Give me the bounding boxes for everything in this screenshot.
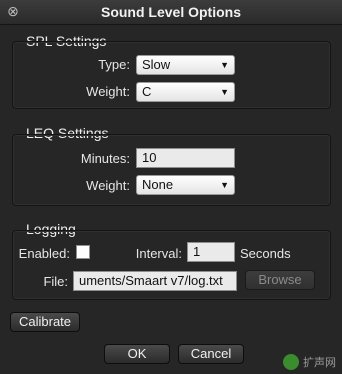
chevron-down-icon: ▼ — [220, 60, 229, 70]
leq-weight-value: None — [142, 177, 174, 192]
title-bar: ⊗ Sound Level Options — [0, 0, 342, 25]
spl-type-value: Slow — [142, 57, 171, 72]
watermark-text: 扩声网 — [303, 357, 336, 369]
chevron-down-icon: ▼ — [220, 87, 229, 97]
spl-weight-label: Weight: — [86, 84, 130, 99]
dialog-title: Sound Level Options — [100, 4, 241, 20]
spl-type-dropdown[interactable]: Slow ▼ — [136, 55, 235, 75]
ok-button[interactable]: OK — [104, 344, 170, 364]
leq-weight-dropdown[interactable]: None ▼ — [136, 175, 235, 195]
logging-interval-unit: Seconds — [240, 246, 291, 261]
cancel-button[interactable]: Cancel — [178, 344, 244, 364]
calibrate-button[interactable]: Calibrate — [10, 312, 80, 332]
watermark: 扩声网 — [283, 354, 336, 370]
logging-enabled-checkbox[interactable] — [76, 245, 90, 259]
spl-weight-value: C — [142, 84, 152, 99]
chevron-down-icon: ▼ — [220, 180, 229, 190]
spl-type-label: Type: — [98, 57, 130, 72]
logging-enabled-label: Enabled: — [18, 246, 70, 261]
logging-file-input[interactable]: uments/Smaart v7/log.txt — [73, 271, 237, 291]
browse-button[interactable]: Browse — [245, 270, 315, 290]
wechat-logo-icon — [283, 354, 299, 370]
sound-level-options-dialog: ⊗ Sound Level Options SPL Settings Type:… — [0, 0, 342, 374]
leq-weight-label: Weight: — [86, 178, 130, 193]
logging-file-label: File: — [43, 274, 68, 289]
logging-interval-input[interactable]: 1 — [187, 242, 235, 262]
spl-weight-dropdown[interactable]: C ▼ — [136, 82, 235, 102]
leq-minutes-label: Minutes: — [80, 151, 130, 166]
logging-interval-label: Interval: — [135, 246, 182, 261]
leq-minutes-input[interactable]: 10 — [136, 148, 235, 168]
leq-settings-group — [12, 134, 331, 206]
